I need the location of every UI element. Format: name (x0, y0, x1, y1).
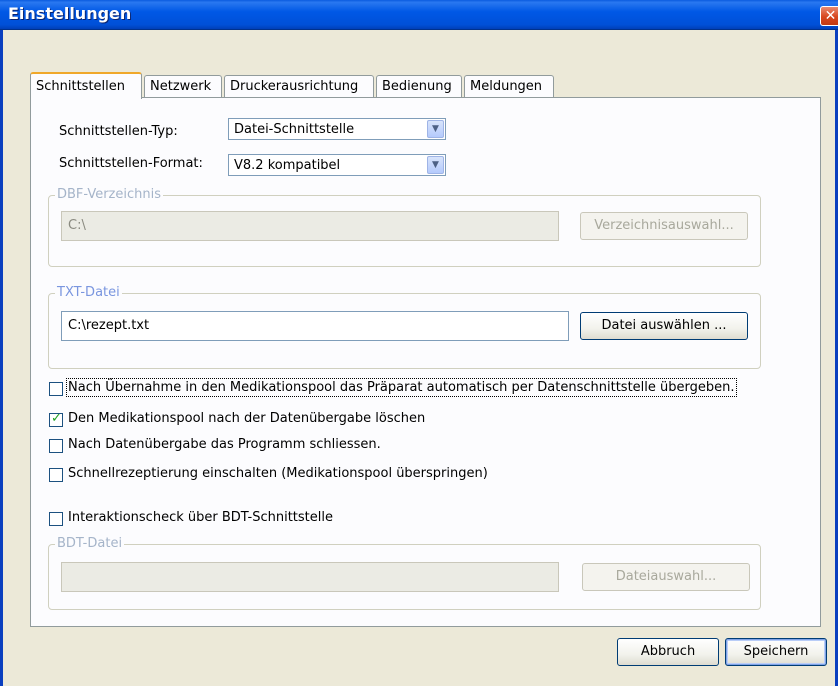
select-bdt-file-button[interactable]: Dateiauswahl... (582, 563, 750, 591)
interaction-check-checkbox[interactable] (49, 512, 63, 526)
auto-transfer-checkbox[interactable] (49, 382, 63, 396)
interface-type-value: Datei-Schnittstelle (234, 122, 355, 137)
tab-netzwerk[interactable]: Netzwerk (144, 75, 222, 98)
txt-file-input[interactable]: C:\rezept.txt (61, 311, 569, 341)
auto-transfer-label[interactable]: Nach Übernahme in den Medikationspool da… (66, 378, 737, 397)
bdt-file-legend: BDT-Datei (55, 536, 125, 551)
interface-type-select[interactable]: Datei-Schnittstelle ▼ (228, 118, 446, 140)
dbf-directory-group: DBF-Verzeichnis C:\ Verzeichnisauswahl..… (48, 187, 761, 267)
select-directory-button[interactable]: Verzeichnisauswahl... (580, 212, 748, 240)
dbf-directory-legend: DBF-Verzeichnis (55, 187, 164, 202)
interface-type-label: Schnittstellen-Typ: (59, 124, 178, 139)
interaction-check-label[interactable]: Interaktionscheck über BDT-Schnittstelle (68, 510, 333, 525)
quick-prescription-checkbox[interactable] (49, 468, 63, 482)
dbf-directory-input[interactable]: C:\ (61, 211, 559, 241)
bdt-file-group: BDT-Datei Dateiauswahl... (48, 536, 761, 610)
save-button[interactable]: Speichern (725, 638, 827, 666)
close-icon[interactable]: ✕ (820, 6, 838, 26)
clear-pool-checkbox[interactable]: ✓ (49, 411, 63, 427)
chevron-down-icon[interactable]: ▼ (427, 120, 444, 138)
window-frame-left (0, 30, 3, 686)
quick-prescription-label[interactable]: Schnellrezeptierung einschalten (Medikat… (68, 466, 488, 481)
close-program-label[interactable]: Nach Datenübergabe das Programm schliess… (68, 437, 381, 452)
tab-panel: Schnittstellen-Typ: Datei-Schnittstelle … (30, 97, 821, 627)
chevron-down-icon[interactable]: ▼ (427, 156, 444, 174)
window-title: Einstellungen (8, 4, 132, 23)
bdt-file-input[interactable] (61, 562, 559, 592)
interface-format-label: Schnittstellen-Format: (59, 156, 203, 171)
title-bar: Einstellungen (0, 0, 838, 30)
checkmark-icon: ✓ (51, 411, 62, 426)
clear-pool-label[interactable]: Den Medikationspool nach der Datenüberga… (68, 411, 425, 426)
interface-format-select[interactable]: V8.2 kompatibel ▼ (228, 154, 446, 176)
tab-meldungen[interactable]: Meldungen (464, 75, 554, 98)
cancel-button[interactable]: Abbruch (617, 638, 719, 666)
tab-schnittstellen[interactable]: Schnittstellen (30, 72, 142, 99)
interface-format-value: V8.2 kompatibel (234, 158, 341, 173)
close-program-checkbox[interactable] (49, 439, 63, 453)
txt-file-group: TXT-Datei C:\rezept.txt Datei auswählen … (48, 285, 761, 369)
txt-file-legend: TXT-Datei (55, 285, 122, 300)
select-file-button[interactable]: Datei auswählen ... (580, 312, 748, 340)
tab-druckerausrichtung[interactable]: Druckerausrichtung (224, 75, 374, 98)
tab-bedienung[interactable]: Bedienung (376, 75, 462, 98)
